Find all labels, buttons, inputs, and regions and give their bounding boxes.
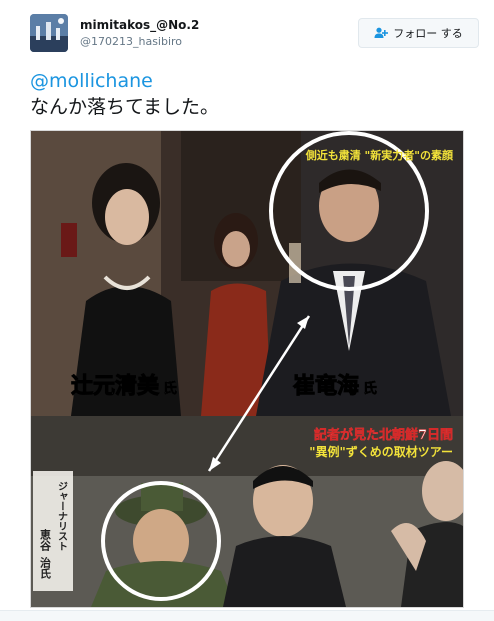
- right-person-suffix: 氏: [363, 381, 377, 397]
- avatar[interactable]: [30, 14, 68, 52]
- mention-link[interactable]: @mollichane: [30, 70, 470, 92]
- follow-button-label: フォロー する: [393, 27, 463, 40]
- bottom-caption-line1: 記者が見た北朝鮮7日間: [314, 427, 453, 443]
- wine-glass-left: [61, 223, 77, 257]
- woman-face: [105, 189, 149, 245]
- bottom-caption-line2: "異例"ずくめの取材ツアー: [309, 444, 453, 459]
- right-person-name: 崔竜海: [293, 373, 359, 399]
- top-caption: 側近も粛清 "新実力者"の素顔: [305, 148, 454, 162]
- media-composite: 側近も粛清 "新実力者"の素顔 辻元清美 氏 崔竜海 氏 記者が見た北朝鮮7日間…: [31, 131, 463, 607]
- follow-button[interactable]: フォロー する: [358, 18, 479, 48]
- add-user-icon: [374, 27, 389, 38]
- tweet-body: なんか落ちてました。: [30, 96, 220, 118]
- vertical-name-1: 恵谷: [39, 528, 52, 552]
- left-person-name: 辻元清美: [71, 373, 160, 399]
- tweet-divider: [0, 610, 494, 621]
- vertical-name-2: 治氏: [39, 556, 52, 580]
- avatar-image: [30, 14, 68, 52]
- tweet-media-image[interactable]: 側近も粛清 "新実力者"の素顔 辻元清美 氏 崔竜海 氏 記者が見た北朝鮮7日間…: [30, 130, 464, 608]
- tweet-text: @mollichane なんか落ちてました。: [30, 70, 470, 120]
- author-handle[interactable]: @170213_hasibiro: [80, 35, 182, 48]
- author-display-name[interactable]: mimitakos_@No.2: [80, 18, 199, 32]
- left-person-suffix: 氏: [163, 381, 177, 397]
- tweet-header: mimitakos_@No.2 @170213_hasibiro フォロー する: [0, 0, 494, 64]
- vertical-label: ジャーナリスト: [56, 481, 68, 551]
